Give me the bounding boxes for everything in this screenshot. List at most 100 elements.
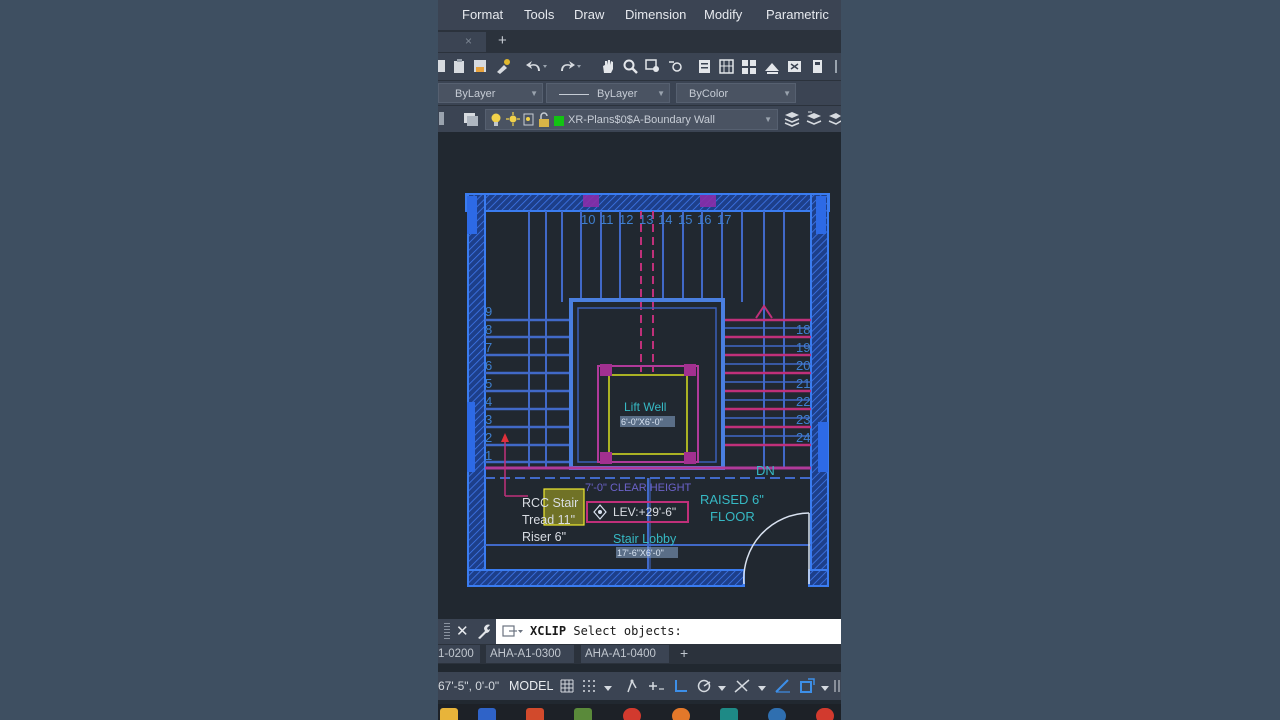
step-16: 16 <box>697 212 711 227</box>
pen-app-icon[interactable] <box>574 708 592 720</box>
wall-right <box>810 193 829 585</box>
wrench-icon[interactable] <box>476 622 492 645</box>
chevron-down-icon: ▼ <box>530 89 538 98</box>
command-line-grip[interactable] <box>444 623 450 640</box>
step-23: 23 <box>796 412 810 427</box>
close-tab-icon[interactable]: × <box>465 34 472 48</box>
menu-parametric[interactable]: Parametric <box>766 7 829 22</box>
design-center-icon[interactable] <box>719 59 735 74</box>
powerpoint-app-icon[interactable] <box>526 708 544 720</box>
layout-tab-0300[interactable]: AHA-A1-0300 <box>486 645 574 663</box>
color-control-value: ByLayer <box>455 88 496 100</box>
coordinate-readout[interactable]: 67'-5", 0'-0" <box>438 679 499 693</box>
shaft-outer <box>569 298 725 470</box>
lineweight-control[interactable]: ByColor ▼ <box>676 83 796 103</box>
column-top-right <box>816 196 826 234</box>
osnap-dropdown-icon[interactable] <box>821 680 829 698</box>
firefox-app-icon[interactable] <box>672 708 690 720</box>
infer-constraints-icon[interactable] <box>624 678 640 699</box>
zoom-window-icon[interactable] <box>645 59 661 74</box>
lift-corner-bl <box>600 452 612 464</box>
tool-palettes-icon[interactable] <box>741 59 757 74</box>
lift-well-dimension: 6'-0"X6'-0" <box>621 417 663 427</box>
pan-icon[interactable] <box>600 59 616 74</box>
command-input[interactable]: XCLIP Select objects: <box>496 619 841 644</box>
status-overflow-icon[interactable] <box>834 678 841 699</box>
menu-modify[interactable]: Modify <box>704 7 742 22</box>
chevron-down-icon: ▼ <box>764 115 772 124</box>
layer-control[interactable]: XR-Plans$0$A-Boundary Wall ▼ <box>485 109 778 130</box>
step-20: 20 <box>796 358 810 373</box>
step-17: 17 <box>717 212 731 227</box>
sheet-set-icon[interactable] <box>764 59 780 74</box>
step-22: 22 <box>796 394 810 409</box>
wall-left <box>467 193 486 585</box>
autocad-app-icon[interactable] <box>720 708 738 720</box>
calculator-icon[interactable] <box>810 59 826 74</box>
make-current-layer-icon[interactable] <box>784 110 800 133</box>
file-explorer-icon[interactable] <box>440 708 458 720</box>
viewport-freeze-icon[interactable] <box>523 113 535 134</box>
dynamic-input-icon[interactable] <box>647 678 665 699</box>
wall-bottom-right <box>808 569 829 587</box>
drawing-canvas[interactable]: 10 11 12 13 14 15 16 17 9 8 7 6 5 4 3 2 … <box>438 132 841 618</box>
zoom-previous-icon[interactable] <box>668 59 684 74</box>
chrome-app-icon[interactable] <box>623 708 641 720</box>
step-5: 5 <box>485 376 492 391</box>
ortho-mode-icon[interactable] <box>673 678 689 699</box>
command-prompt: Select objects: <box>573 624 682 638</box>
step-19: 19 <box>796 340 810 355</box>
layer-state-icon[interactable] <box>828 110 841 133</box>
step-8: 8 <box>485 322 492 337</box>
model-space-button[interactable]: MODEL <box>505 676 557 696</box>
layout-tab-0200[interactable]: 1-0200 <box>438 645 480 663</box>
os-taskbar <box>438 704 841 720</box>
layer-color-swatch <box>554 114 564 133</box>
layer-grip-icon[interactable] <box>438 110 446 133</box>
object-snap-tracking-icon[interactable] <box>774 678 792 699</box>
redo-icon[interactable] <box>559 59 581 74</box>
layer-previous-icon[interactable] <box>806 110 822 133</box>
layer-properties-icon[interactable] <box>463 110 479 133</box>
linetype-control[interactable]: ByLayer ▼ <box>546 83 670 103</box>
isodraft-dropdown-icon[interactable] <box>758 680 766 698</box>
polar-dropdown-icon[interactable] <box>718 680 726 698</box>
snap-dropdown-icon[interactable] <box>604 680 612 698</box>
layout-tab-bar: 1-0200 AHA-A1-0300 AHA-A1-0400 + <box>438 644 841 664</box>
undo-icon[interactable] <box>526 59 547 74</box>
toolbar-overflow-icon[interactable] <box>833 59 841 74</box>
save-icon[interactable] <box>473 59 489 74</box>
layout-tab-0400[interactable]: AHA-A1-0400 <box>581 645 669 663</box>
zoom-realtime-icon[interactable] <box>623 59 639 74</box>
menu-dimension[interactable]: Dimension <box>625 7 686 22</box>
chevron-down-icon: ▼ <box>783 89 791 98</box>
grid-icon[interactable] <box>559 678 575 699</box>
lift-corner-br <box>684 452 696 464</box>
lift-corner-tr <box>684 364 696 376</box>
properties-icon[interactable] <box>697 59 713 74</box>
step-12: 12 <box>619 212 633 227</box>
markup-icon[interactable] <box>787 59 803 74</box>
misc-app-icon[interactable] <box>768 708 786 720</box>
object-snap-icon[interactable] <box>798 678 816 699</box>
polar-tracking-icon[interactable] <box>696 678 712 699</box>
autocad-window: Format Tools Draw Dimension Modify Param… <box>438 0 841 720</box>
match-properties-icon[interactable] <box>495 59 511 74</box>
paste-icon[interactable] <box>452 59 468 74</box>
new-tab-button[interactable]: + <box>498 32 507 49</box>
close-command-line-icon[interactable]: ✕ <box>456 622 469 640</box>
color-control[interactable]: ByLayer ▼ <box>438 83 543 103</box>
recent-commands-icon[interactable] <box>502 623 524 644</box>
menu-tools[interactable]: Tools <box>524 7 554 22</box>
word-app-icon[interactable] <box>478 708 496 720</box>
file-tab-current[interactable]: × <box>438 32 486 52</box>
isodraft-icon[interactable] <box>733 678 751 699</box>
snap-mode-icon[interactable] <box>581 678 597 699</box>
menu-format[interactable]: Format <box>462 7 503 22</box>
chrome-app-icon-2[interactable] <box>816 708 834 720</box>
new-layout-button[interactable]: + <box>680 645 688 661</box>
lineweight-control-value: ByColor <box>689 88 729 100</box>
menu-draw[interactable]: Draw <box>574 7 604 22</box>
lift-well-label: Lift Well <box>624 400 666 414</box>
properties-toolbar: ByLayer ▼ ByLayer ▼ ByColor ▼ <box>438 80 841 106</box>
